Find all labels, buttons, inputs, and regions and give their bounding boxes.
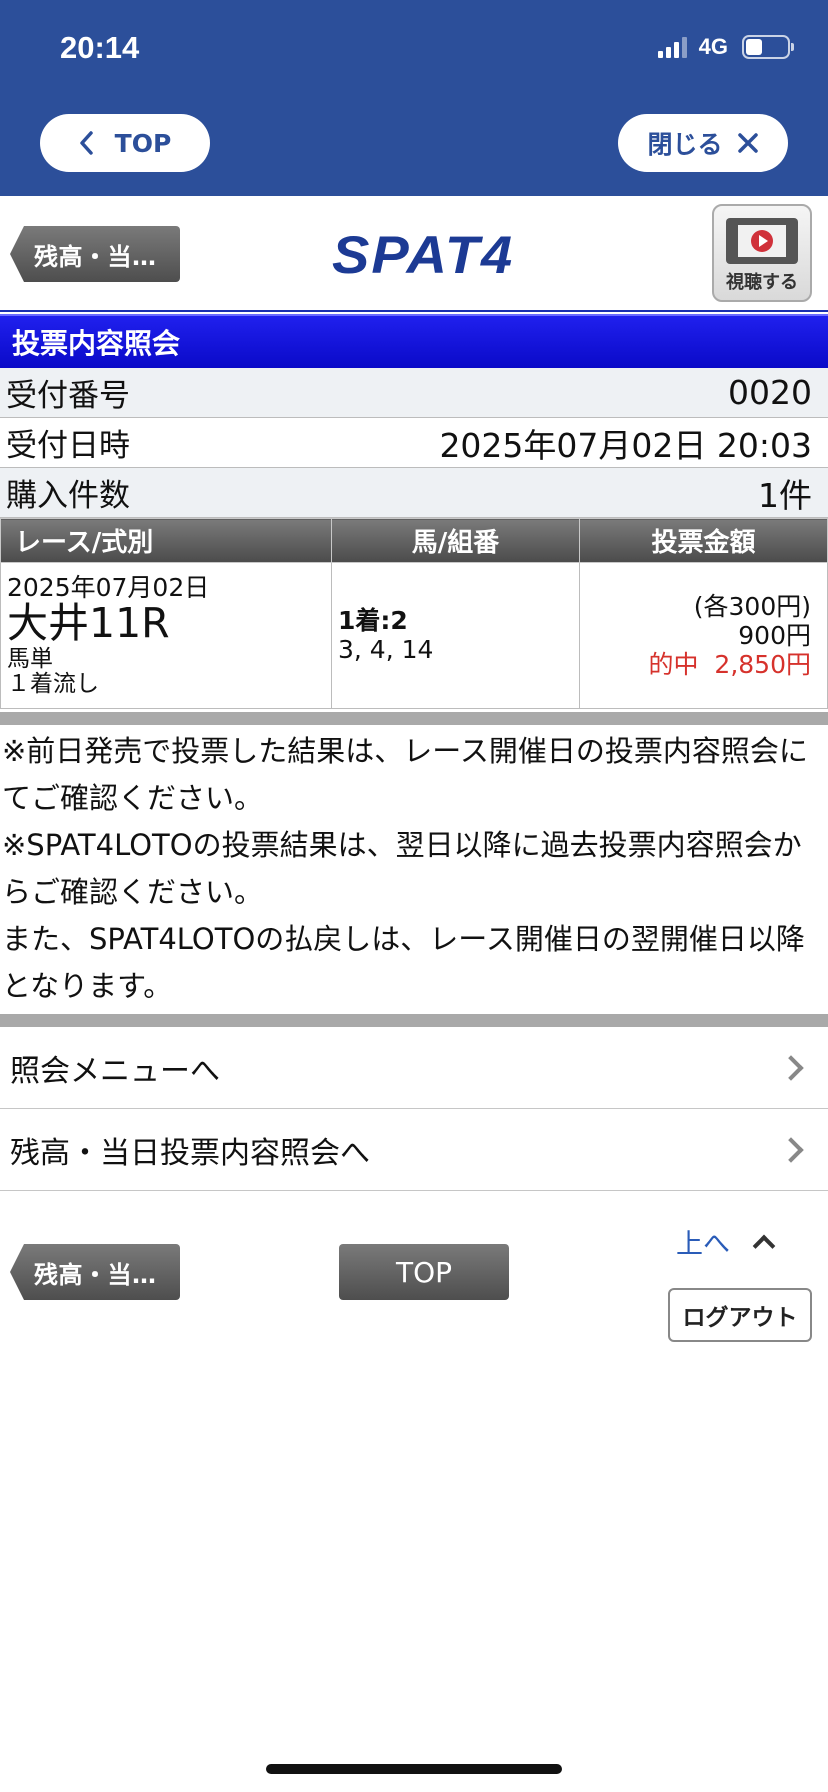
footer-top-button[interactable]: TOP xyxy=(339,1244,509,1300)
balance-back-button[interactable]: 残高・当… xyxy=(10,226,180,282)
race-date: 2025年07月02日 xyxy=(7,572,210,602)
menu-item-label: 照会メニューへ xyxy=(10,1053,220,1089)
app-header: 残高・当… SPAT4 視聴する xyxy=(0,196,828,312)
battery-icon xyxy=(742,35,794,59)
signal-icon xyxy=(657,36,687,58)
page-title: 投票内容照会 xyxy=(0,314,828,368)
info-value: 2025年07月02日 20:03 xyxy=(439,425,812,465)
horse-cell: 1着:2 3, 4, 14 xyxy=(331,562,580,709)
chevron-right-icon xyxy=(778,1054,804,1081)
video-icon xyxy=(726,218,798,264)
network-type: 4G xyxy=(698,34,728,59)
header-amount: 投票金額 xyxy=(579,518,828,563)
notice-text: ※前日発売で投票した結果は、レース開催日の投票内容照会にてご確認ください。 ※S… xyxy=(2,728,826,1010)
notice-line: ※前日発売で投票した結果は、レース開催日の投票内容照会にてご確認ください。 xyxy=(2,734,808,815)
info-value: 1件 xyxy=(758,475,812,515)
menu-item-inquiry-menu[interactable]: 照会メニューへ xyxy=(0,1027,828,1109)
notice-line: ※SPAT4LOTOの投票結果は、翌日以降に過去投票内容照会からご確認ください。 xyxy=(2,828,802,909)
status-time: 20:14 xyxy=(60,30,140,65)
header-race: レース/式別 xyxy=(0,518,332,563)
info-row-receipt-number: 受付番号 0020 xyxy=(0,368,828,418)
status-indicators: 4G xyxy=(657,34,794,60)
notice-line: また、SPAT4LOTOの払戻しは、レース開催日の翌開催日以降となります。 xyxy=(2,922,805,1003)
race-cell: 2025年07月02日 大井11R 馬単 １着流し xyxy=(0,562,332,709)
table-row: 2025年07月02日 大井11R 馬単 １着流し 1着:2 3, 4, 14 … xyxy=(0,562,828,709)
watch-button[interactable]: 視聴する xyxy=(712,204,812,302)
watch-label: 視聴する xyxy=(726,272,798,293)
home-indicator[interactable] xyxy=(266,1764,562,1774)
footer-top-label: TOP xyxy=(395,1255,453,1289)
hit-amount: 的中 2,850円 xyxy=(648,650,811,680)
chevron-left-icon xyxy=(79,131,93,155)
amount-cell: (各300円) 900円 的中 2,850円 xyxy=(579,562,828,709)
menu-item-label: 残高・当日投票内容照会へ xyxy=(10,1135,370,1171)
browser-close-button[interactable]: 閉じる xyxy=(618,114,788,172)
scroll-to-top-label: 上へ xyxy=(676,1229,730,1260)
browser-top-label: TOP xyxy=(114,128,172,158)
info-label: 受付日時 xyxy=(6,428,130,464)
footer-balance-back-button[interactable]: 残高・当… xyxy=(10,1244,180,1300)
info-value: 0020 xyxy=(728,373,812,412)
bet-method: １着流し xyxy=(7,670,99,697)
table-header-row: レース/式別 馬/組番 投票金額 xyxy=(0,518,828,563)
balance-back-label: 残高・当… xyxy=(34,242,157,271)
bet-type: 馬単 xyxy=(7,645,53,672)
spat4-logo: SPAT4 xyxy=(332,224,515,285)
chevron-up-icon xyxy=(752,1234,776,1257)
scroll-to-top-link[interactable]: 上へ xyxy=(676,1222,776,1261)
logout-label: ログアウト xyxy=(682,1305,798,1331)
browser-close-label: 閉じる xyxy=(647,130,723,159)
info-row-receipt-datetime: 受付日時 2025年07月02日 20:03 xyxy=(0,418,828,468)
divider xyxy=(0,712,828,725)
chevron-right-icon xyxy=(778,1136,804,1163)
footer-balance-back-label: 残高・当… xyxy=(34,1260,157,1289)
horse-rest: 3, 4, 14 xyxy=(338,634,434,664)
divider xyxy=(0,1014,828,1027)
race-name: 大井11R xyxy=(7,599,170,648)
info-row-purchase-count: 購入件数 1件 xyxy=(0,468,828,518)
amount-total: 900円 xyxy=(738,620,811,650)
close-icon xyxy=(737,133,758,153)
browser-header: 20:14 4G TOP 閉じる xyxy=(0,0,828,196)
amount-each: (各300円) xyxy=(693,591,811,621)
logout-button[interactable]: ログアウト xyxy=(668,1288,812,1342)
info-label: 購入件数 xyxy=(6,478,130,514)
header-horse: 馬/組番 xyxy=(331,518,580,563)
browser-top-button[interactable]: TOP xyxy=(40,114,210,172)
menu-item-balance-inquiry[interactable]: 残高・当日投票内容照会へ xyxy=(0,1109,828,1191)
horse-first: 1着:2 xyxy=(338,605,408,635)
bet-table: レース/式別 馬/組番 投票金額 2025年07月02日 大井11R 馬単 １着… xyxy=(0,518,828,709)
info-label: 受付番号 xyxy=(6,378,130,414)
